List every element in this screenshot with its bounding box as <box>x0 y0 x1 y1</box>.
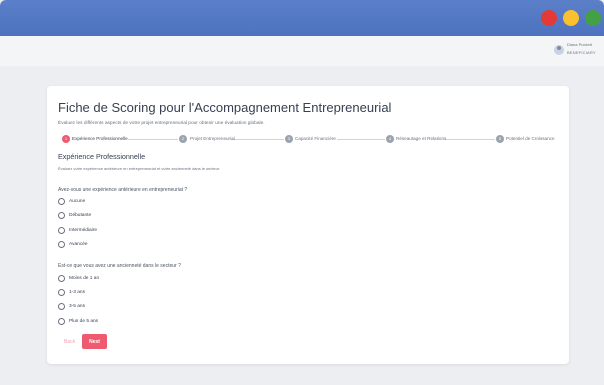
window-titlebar <box>0 0 604 36</box>
page-subtitle: Évaluez les différents aspects de votre … <box>58 121 265 126</box>
radio-button[interactable] <box>58 288 65 296</box>
step-5-label[interactable]: Potentiel de Croissance <box>506 136 555 142</box>
radio-button[interactable] <box>58 317 65 325</box>
next-button[interactable]: Next <box>82 334 107 349</box>
option-label: Débutante <box>69 212 92 218</box>
option-label: Plus de 5 ans <box>69 318 99 324</box>
option-3-5-ans[interactable]: 3-5 ans <box>58 302 85 310</box>
option-label: Moins de 1 an <box>69 275 100 281</box>
radio-button[interactable] <box>58 226 65 234</box>
step-2-dot[interactable]: 2 <box>179 135 187 143</box>
step-1-dot[interactable]: 1 <box>62 135 70 143</box>
step-4-dot[interactable]: 4 <box>386 135 394 143</box>
stepper-connector <box>445 138 495 140</box>
close-window-dot[interactable] <box>541 10 557 26</box>
form-card <box>47 86 569 364</box>
back-button[interactable]: Back <box>64 339 75 345</box>
radio-button[interactable] <box>58 240 65 248</box>
step-4-label[interactable]: Réseautage et Relations <box>396 136 446 142</box>
option-label: 3-5 ans <box>69 303 85 309</box>
section-description: Évaluez votre expérience antérieure en e… <box>58 166 221 171</box>
option-intermediaire[interactable]: Intermédiaire <box>58 226 97 234</box>
step-5-dot[interactable]: 5 <box>496 135 504 143</box>
radio-button[interactable] <box>58 197 65 205</box>
page-title: Fiche de Scoring pour l'Accompagnement E… <box>58 100 392 115</box>
option-debutante[interactable]: Débutante <box>58 211 91 219</box>
option-label: Aucune <box>69 198 86 204</box>
option-moins-1-an[interactable]: Moins de 1 an <box>58 274 99 282</box>
question-experience: Avez-vous une expérience antérieure en e… <box>58 187 188 193</box>
maximize-window-dot[interactable] <box>585 10 601 26</box>
radio-button[interactable] <box>58 302 65 310</box>
option-aucune[interactable]: Aucune <box>58 197 85 205</box>
question-anciennete: Est-ce que vous avez une ancienneté dans… <box>58 263 181 269</box>
step-3-label[interactable]: Capacité Financière <box>295 136 336 142</box>
option-plus-5-ans[interactable]: Plus de 5 ans <box>58 317 98 325</box>
app-header <box>0 36 604 66</box>
option-1-3-ans[interactable]: 1-3 ans <box>58 288 85 296</box>
option-label: Avancée <box>69 241 88 247</box>
step-2-label[interactable]: Projet Entrepreneurial <box>190 136 235 142</box>
section-title: Expérience Professionnelle <box>58 152 146 161</box>
user-name: Diana Puckett <box>567 42 592 47</box>
user-role: BENEFICIARY <box>567 50 596 55</box>
step-3-dot[interactable]: 3 <box>285 135 293 143</box>
stepper-connector <box>128 138 178 140</box>
option-label: 1-3 ans <box>69 289 85 295</box>
step-1-label[interactable]: Expérience Professionnelle <box>72 136 128 142</box>
minimize-window-dot[interactable] <box>563 10 579 26</box>
option-avancee[interactable]: Avancée <box>58 240 88 248</box>
option-label: Intermédiaire <box>69 227 97 233</box>
radio-button[interactable] <box>58 211 65 219</box>
radio-button[interactable] <box>58 274 65 282</box>
stepper-connector <box>337 138 385 140</box>
stepper-connector <box>232 138 284 140</box>
avatar[interactable] <box>554 45 564 55</box>
